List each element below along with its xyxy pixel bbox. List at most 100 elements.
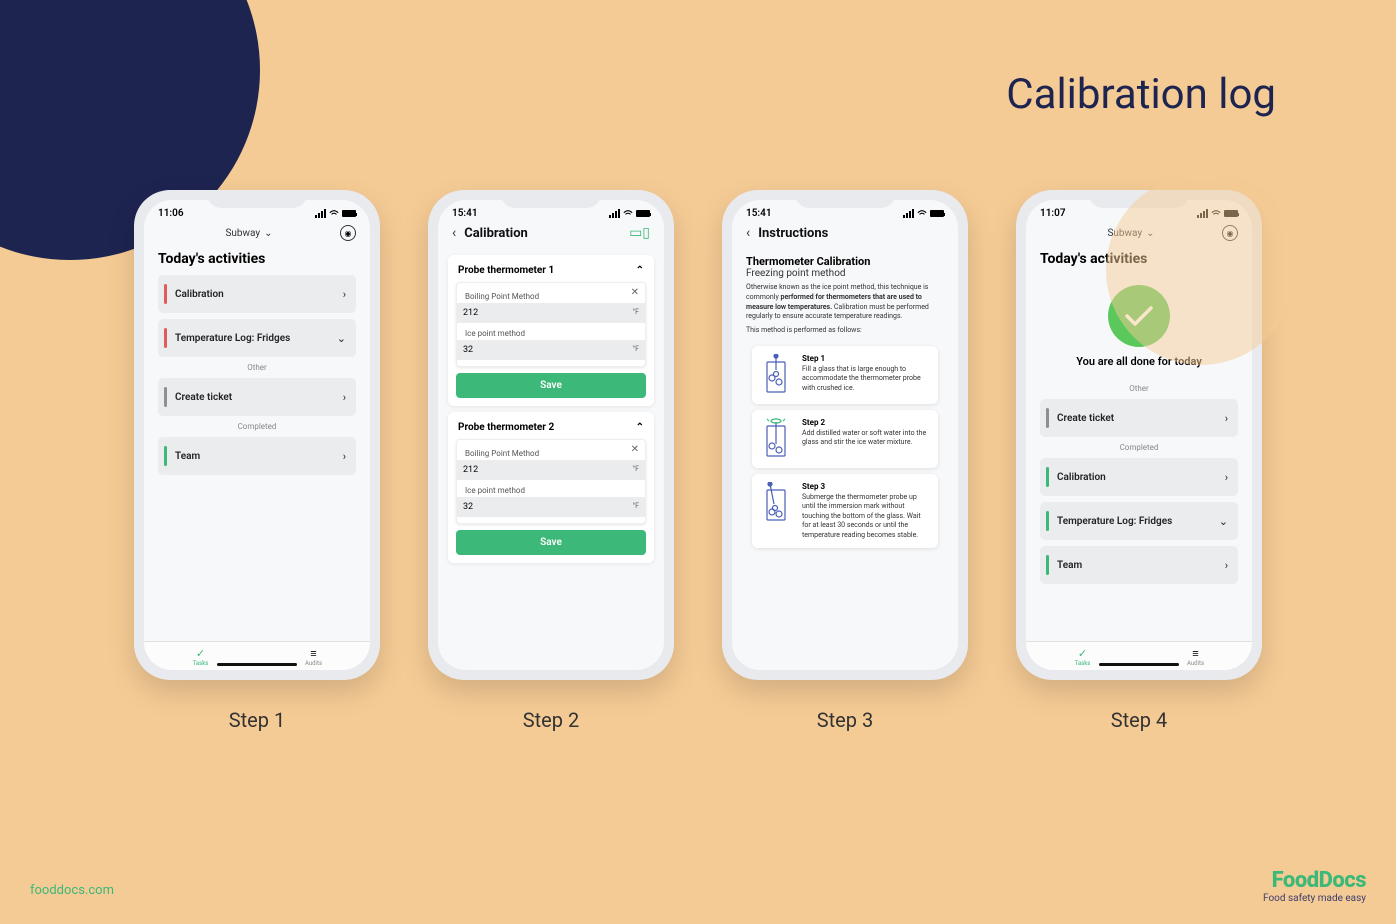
time-label: 15:41 xyxy=(452,208,478,219)
step-caption-2: Step 2 xyxy=(523,708,579,732)
temperature-input[interactable]: 32°F xyxy=(457,497,645,517)
probe-header[interactable]: Probe thermometer 2 xyxy=(456,420,646,439)
screen-title: Instructions xyxy=(758,226,828,241)
activity-label: Team xyxy=(1057,560,1225,571)
instruction-step-card: Step 1 Fill a glass that is large enough … xyxy=(752,346,938,404)
step-title: Step 3 xyxy=(802,482,930,491)
chevron-down-icon xyxy=(337,332,346,345)
other-section-label: Other xyxy=(1034,384,1244,393)
instruction-title: Thermometer Calibration xyxy=(746,255,944,268)
instruction-body: This method is performed as follows: xyxy=(746,326,944,336)
signal-icon xyxy=(315,209,326,218)
chevron-right-icon xyxy=(1225,471,1228,484)
activity-calibration[interactable]: Calibration xyxy=(1040,458,1238,496)
instruction-subtitle: Freezing point method xyxy=(746,268,944,279)
close-icon[interactable]: ✕ xyxy=(631,287,639,298)
activity-calibration[interactable]: Calibration xyxy=(158,275,356,313)
wifi-icon xyxy=(623,210,633,218)
activity-create-ticket[interactable]: Create ticket xyxy=(1040,399,1238,437)
glass-ice-icon xyxy=(760,354,792,396)
location-selector[interactable]: Subway xyxy=(225,228,272,239)
value: 212 xyxy=(463,465,478,475)
completed-section-label: Completed xyxy=(1034,443,1244,452)
chevron-right-icon xyxy=(343,391,346,404)
chevron-down-icon xyxy=(264,228,272,239)
back-button[interactable] xyxy=(452,225,456,241)
chevron-right-icon xyxy=(1225,412,1228,425)
phone-frame-step3: 15:41 Instructions Thermometer Calibrati… xyxy=(722,190,968,680)
close-icon[interactable]: ✕ xyxy=(631,444,639,455)
footer-url: fooddocs.com xyxy=(30,883,114,898)
home-indicator xyxy=(217,663,297,666)
probe-name: Probe thermometer 2 xyxy=(458,422,554,433)
step-caption-3: Step 3 xyxy=(817,708,873,732)
activity-label: Team xyxy=(175,451,343,462)
battery-icon xyxy=(930,210,944,217)
instruction-body: Otherwise known as the ice point method,… xyxy=(746,283,944,322)
phone-frame-step2: 15:41 Calibration ▭▯ Pr xyxy=(428,190,674,680)
activity-label: Temperature Log: Fridges xyxy=(175,333,337,344)
home-indicator xyxy=(1099,663,1179,666)
activity-temperature-log[interactable]: Temperature Log: Fridges xyxy=(158,319,356,357)
method-label: Boiling Point Method xyxy=(465,292,637,301)
signal-icon xyxy=(609,209,620,218)
probe-group-1: Probe thermometer 1 ✕ Boiling Point Meth… xyxy=(448,255,654,406)
wifi-icon xyxy=(329,210,339,218)
activities-heading: Today's activities xyxy=(144,247,370,275)
method-label: Boiling Point Method xyxy=(465,449,637,458)
step-title: Step 2 xyxy=(802,418,930,427)
screen-title: Calibration xyxy=(464,226,528,241)
signal-icon xyxy=(903,209,914,218)
activity-label: Calibration xyxy=(175,289,343,300)
book-icon[interactable]: ▭▯ xyxy=(629,225,650,241)
decorative-circle-peach xyxy=(1106,175,1296,365)
time-label: 11:06 xyxy=(158,208,184,219)
value: 32 xyxy=(463,345,473,355)
clipboard-icon: ≡ xyxy=(1139,647,1252,660)
temperature-input[interactable]: 32°F xyxy=(457,340,645,360)
activity-create-ticket[interactable]: Create ticket xyxy=(158,378,356,416)
step-body: Fill a glass that is large enough to acc… xyxy=(802,365,930,393)
step-body: Submerge the thermometer probe up until … xyxy=(802,493,930,540)
activity-temperature-log[interactable]: Temperature Log: Fridges xyxy=(1040,502,1238,540)
location-name: Subway xyxy=(225,228,260,239)
probe-header[interactable]: Probe thermometer 1 xyxy=(456,263,646,282)
probe-group-2: Probe thermometer 2 ✕ Boiling Point Meth… xyxy=(448,412,654,563)
chevron-up-icon xyxy=(636,422,644,433)
phone-frame-step1: 11:06 Subway ◉ Today's activities xyxy=(134,190,380,680)
activity-team[interactable]: Team xyxy=(158,437,356,475)
brand-logo: FoodDocs xyxy=(1263,868,1366,893)
probe-name: Probe thermometer 1 xyxy=(458,265,554,276)
glass-probe-icon xyxy=(760,482,792,524)
save-button[interactable]: Save xyxy=(456,530,646,555)
activity-team[interactable]: Team xyxy=(1040,546,1238,584)
footer-brand: FoodDocs Food safety made easy xyxy=(1263,868,1366,904)
time-label: 15:41 xyxy=(746,208,772,219)
brand-tagline: Food safety made easy xyxy=(1263,893,1366,904)
save-button[interactable]: Save xyxy=(456,373,646,398)
activity-label: Calibration xyxy=(1057,472,1225,483)
step-title: Step 1 xyxy=(802,354,930,363)
method-card: ✕ Boiling Point Method 212°F Ice point m… xyxy=(456,439,646,524)
temperature-input[interactable]: 212°F xyxy=(457,303,645,323)
activity-label: Create ticket xyxy=(1057,413,1225,424)
page-title: Calibration log xyxy=(1006,70,1276,119)
step-caption-1: Step 1 xyxy=(229,708,285,732)
profile-icon[interactable]: ◉ xyxy=(340,225,356,241)
step-body: Add distilled water or soft water into t… xyxy=(802,429,930,448)
activity-label: Temperature Log: Fridges xyxy=(1057,516,1219,527)
value: 32 xyxy=(463,502,473,512)
chevron-down-icon xyxy=(1219,515,1228,528)
check-icon: ✓ xyxy=(144,647,257,660)
chevron-right-icon xyxy=(343,288,346,301)
method-label: Ice point method xyxy=(465,486,637,495)
instruction-step-card: Step 3 Submerge the thermometer probe up … xyxy=(752,474,938,548)
other-section-label: Other xyxy=(152,363,362,372)
battery-icon xyxy=(636,210,650,217)
instruction-step-card: Step 2 Add distilled water or soft water … xyxy=(752,410,938,468)
battery-icon xyxy=(342,210,356,217)
temperature-input[interactable]: 212°F xyxy=(457,460,645,480)
back-button[interactable] xyxy=(746,225,750,241)
clipboard-icon: ≡ xyxy=(257,647,370,660)
check-icon: ✓ xyxy=(1026,647,1139,660)
